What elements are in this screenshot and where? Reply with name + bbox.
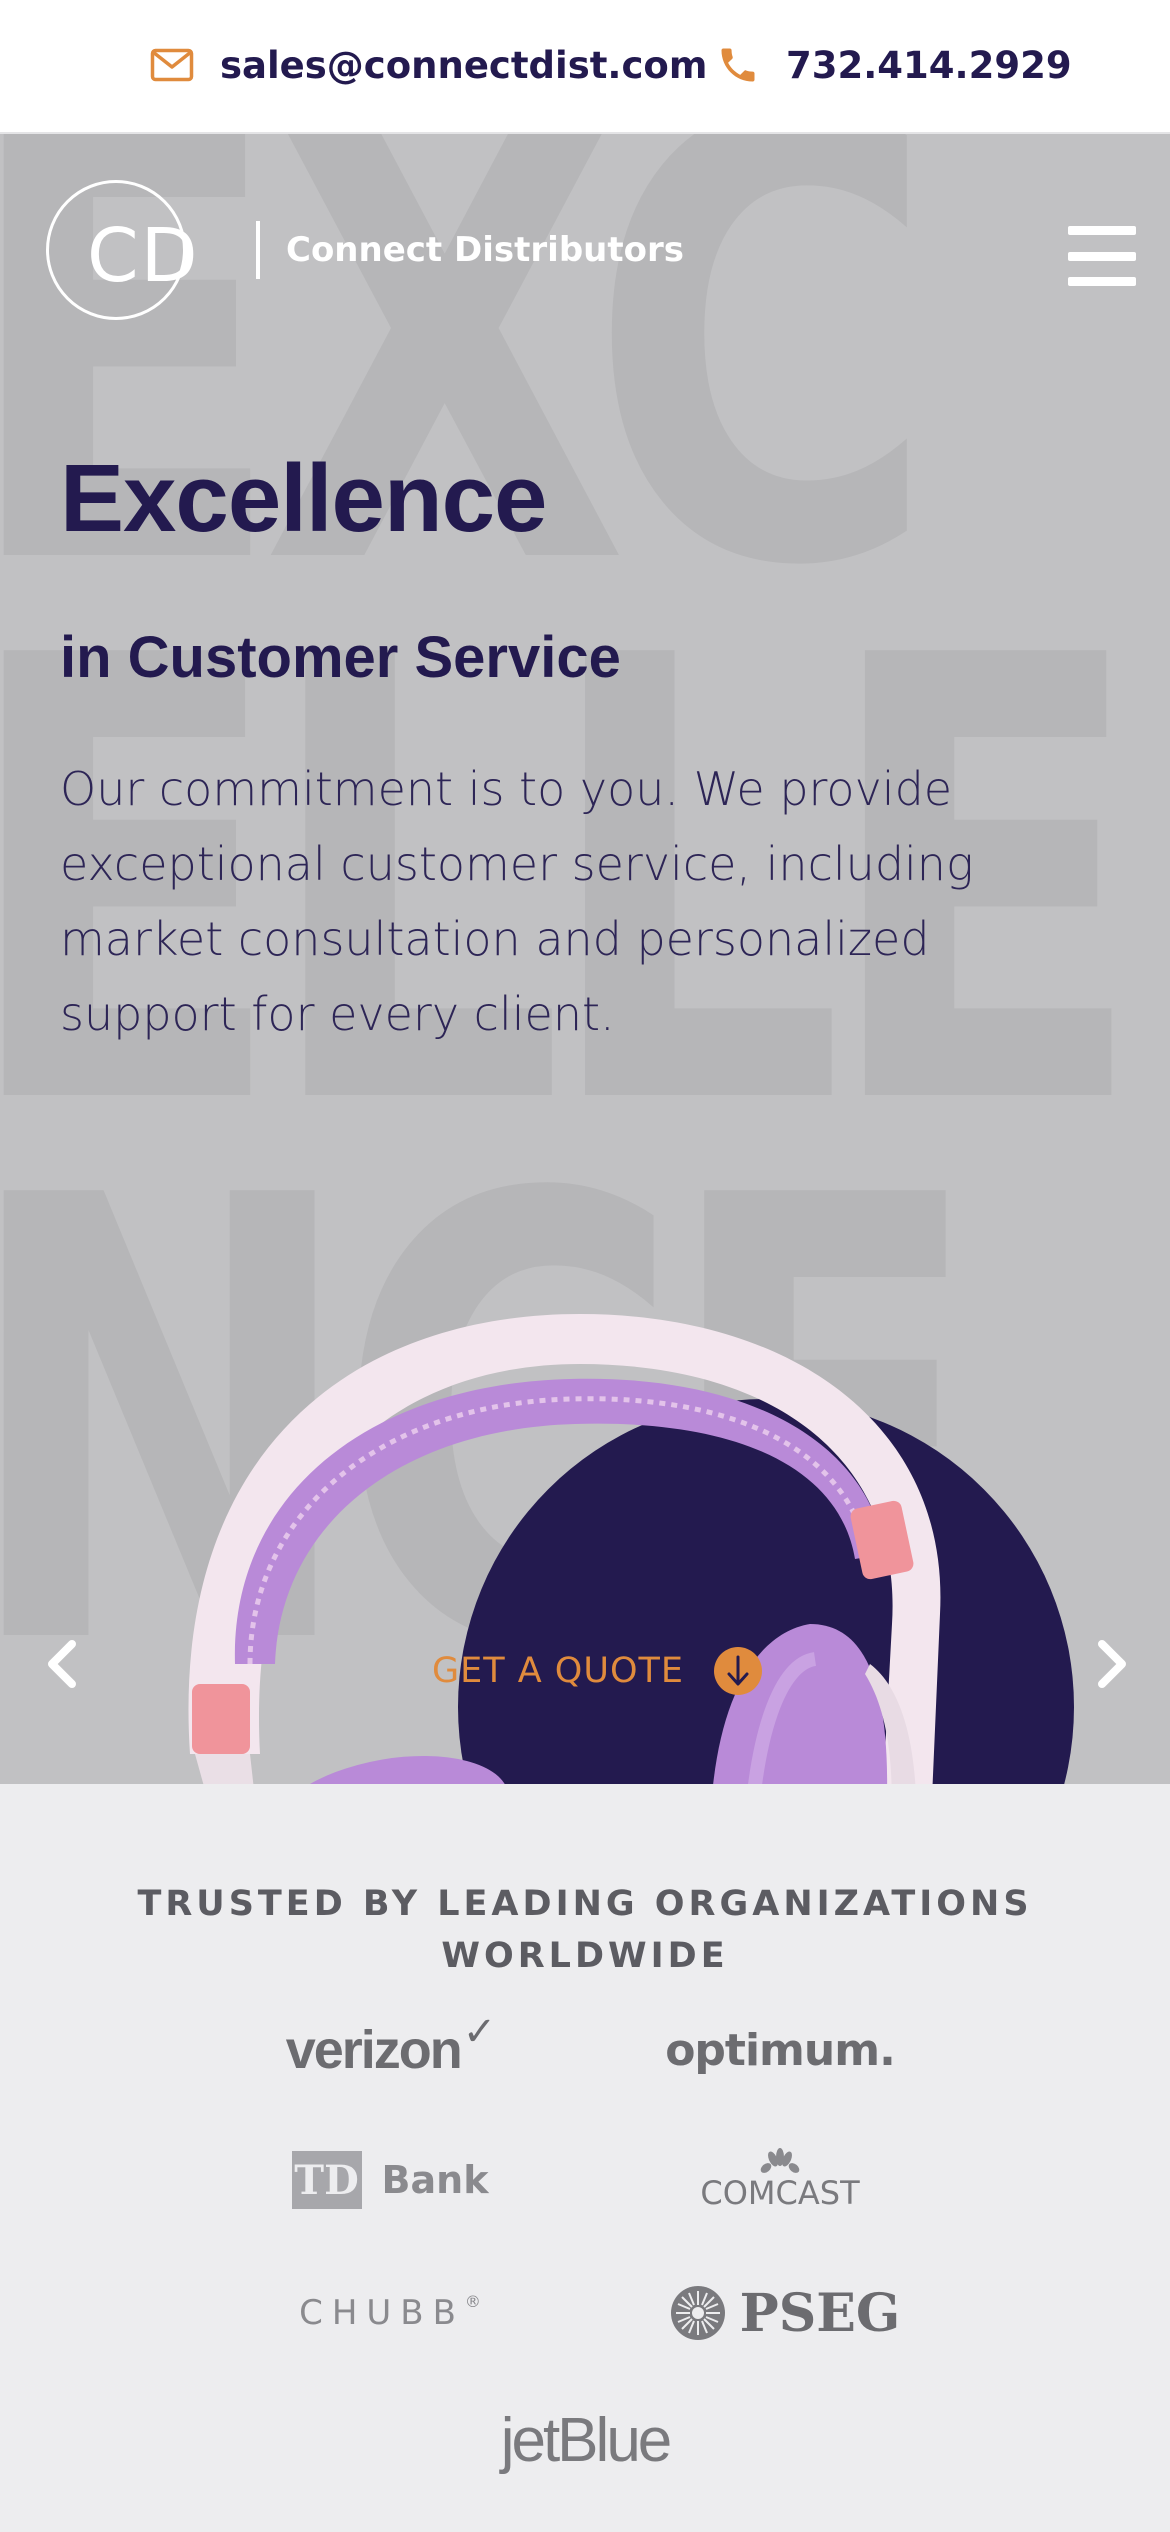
trusted-section-title: TRUSTED BY LEADING ORGANIZATIONS WORLDWI… — [137, 1884, 1033, 1976]
sunburst-icon — [670, 2286, 725, 2340]
comcast-logo: COMCAST — [680, 2145, 880, 2215]
phone-number: 732.414.2929 — [786, 43, 1072, 87]
envelope-icon — [150, 48, 194, 82]
td-bank-logo: TD Bank — [280, 2145, 500, 2215]
chubb-wordmark: CHUBB — [299, 2293, 465, 2333]
get-a-quote-label: GET A QUOTE — [432, 1651, 685, 1691]
logo-divider — [256, 221, 260, 279]
email-address: sales@connectdist.com — [220, 43, 708, 87]
arrow-down-circle-icon — [714, 1647, 763, 1695]
jetblue-logo: jetBlue — [455, 2405, 715, 2475]
chubb-logo: CHUBB ® — [270, 2278, 510, 2348]
slider-next-button[interactable] — [1086, 1634, 1136, 1694]
hero-subtitle: in Customer Service — [60, 625, 621, 690]
hero-title: Excellence — [60, 445, 547, 552]
logo-ring: CD — [46, 180, 198, 320]
registered-mark: ® — [464, 2291, 481, 2311]
verizon-wordmark: verizon — [285, 2020, 463, 2080]
menu-line — [1068, 251, 1136, 261]
phone-link[interactable]: 732.414.2929 — [716, 38, 1072, 92]
hero-slider: EXC ELLE NCE CD Connect Distributors Exc… — [0, 134, 1170, 1784]
top-contact-bar: sales@connectdist.com 732.414.2929 — [0, 0, 1170, 134]
menu-line — [1068, 277, 1136, 286]
company-logo[interactable]: CD Connect Distributors — [46, 180, 684, 320]
chevron-left-icon — [48, 1640, 76, 1688]
slider-prev-button[interactable] — [38, 1634, 88, 1694]
pseg-wordmark: PSEG — [739, 2282, 901, 2344]
td-bank-wordmark: Bank — [381, 2158, 489, 2202]
pseg-logo: PSEG — [665, 2278, 905, 2348]
menu-line — [1068, 226, 1136, 235]
logo-initials: CD — [87, 213, 200, 299]
jetblue-wordmark: jetBlue — [500, 2405, 673, 2475]
optimum-wordmark: optimum. — [665, 2024, 896, 2076]
verizon-check-icon: ✓ — [462, 2010, 496, 2054]
comcast-wordmark: COMCAST — [700, 2174, 860, 2212]
td-mark-icon: TD — [291, 2151, 362, 2209]
peacock-icon — [760, 2148, 800, 2173]
chevron-right-icon — [1098, 1640, 1126, 1688]
hero-description: Our commitment is to you. We provide exc… — [60, 762, 974, 1041]
get-a-quote-button[interactable]: GET A QUOTE — [432, 1646, 763, 1696]
hamburger-menu-icon[interactable] — [1068, 226, 1136, 286]
phone-icon — [721, 48, 755, 82]
email-link[interactable]: sales@connectdist.com — [150, 38, 707, 92]
company-name: Connect Distributors — [286, 230, 684, 270]
optimum-logo: optimum. — [660, 2015, 900, 2085]
verizon-logo: verizon ✓ — [270, 2010, 510, 2085]
